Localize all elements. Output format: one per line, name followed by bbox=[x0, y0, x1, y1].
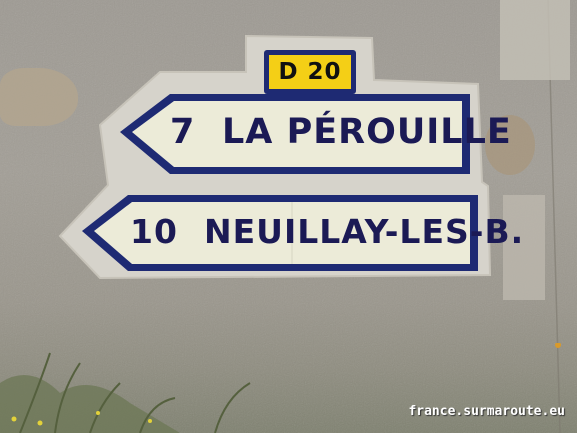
direction-sign-neuillay: 10 NEUILLAY-LES-B. bbox=[80, 193, 523, 273]
sign-distance: 7 bbox=[170, 112, 196, 152]
photo-scene: 7 LA PÉROUILLE 10 NEUILLAY-LES-B. D 20 f… bbox=[0, 0, 577, 433]
sign-destination: NEUILLAY-LES-B. bbox=[204, 212, 525, 251]
road-number: D 20 bbox=[269, 55, 351, 89]
watermark-text: france.surmaroute.eu bbox=[408, 404, 565, 419]
sign-distance: 10 bbox=[130, 212, 178, 251]
road-number-plate: D 20 bbox=[264, 50, 356, 94]
sign-destination: LA PÉROUILLE bbox=[222, 112, 512, 152]
direction-sign-la-perouille: 7 LA PÉROUILLE bbox=[118, 92, 511, 176]
grass-foliage bbox=[0, 343, 561, 433]
